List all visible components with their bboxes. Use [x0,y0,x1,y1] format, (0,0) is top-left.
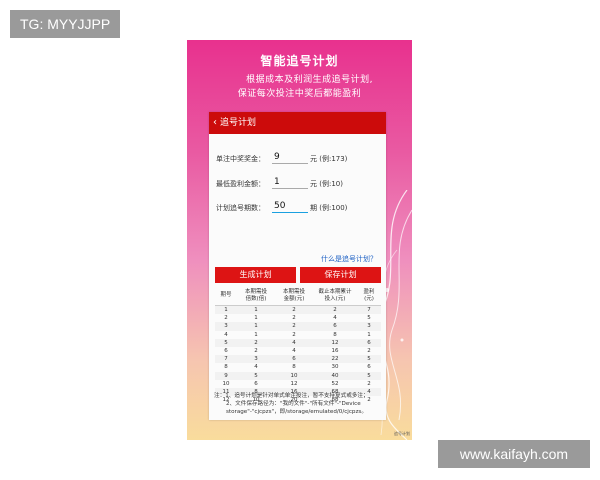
banner-line-2: 保证每次投注中奖后都能盈利 [237,89,362,99]
table-row: 2 1 2 4 5 [215,314,381,322]
table-cell: 5 [357,355,381,364]
table-cell: 1 [215,305,237,315]
plan-card: ‹ 追号计划 单注中奖奖金： 元 (例:173) 最低盈利金额： 元 (例:10… [209,112,386,420]
table-cell: 2 [313,305,357,315]
table-cell: 4 [254,364,258,371]
table-cell: 3 [215,322,237,331]
app-screen: 智能追号计划 根据成本及利润生成追号计划, 保证每次投注中奖后都能盈利 ‹ 追号… [187,40,412,440]
notes: 注：1、追号计划是针对单式单注投注，暂不支持复式或多注； 2、文件保存路径为："… [214,392,384,416]
table-cell: 2 [275,322,313,331]
table-cell: 40 [313,371,357,380]
table-cell: 1 [254,315,258,322]
table-cell: 3 [357,322,381,331]
table-cell: 30 [331,364,339,371]
col-header-cumulative: 截止本期累计 投入(元) [313,286,357,306]
prize-input[interactable] [272,150,308,164]
table-cell: 22 [313,355,357,364]
corner-label: 追号计划 [394,431,410,436]
table-cell: 8 [333,331,337,338]
plan-table: 期号 本期需投 倍数(倍) 本期需投 金额(元) 截止本期累计 投入(元) 盈利 (元)… [215,286,381,404]
table-cell: 6 [367,364,371,371]
periods-unit: 期 (例:100) [310,204,348,212]
table-cell: 4 [275,338,313,347]
table-row: 8 4 8 30 6 [215,363,381,371]
periods-input[interactable] [272,199,308,213]
table-cell: 10 [222,380,230,387]
col-header-multiple: 本期需投 倍数(倍) [237,286,275,306]
table-cell: 12 [313,338,357,347]
table-cell: 1 [237,322,275,331]
table-cell: 6 [357,338,381,347]
table-cell: 4 [224,331,228,338]
col-header-amount: 本期需投 金额(元) [275,286,313,306]
note-line-2: 2、文件保存路径为："我的文件"-"所有文件"-"Device storage"… [226,401,367,415]
table-cell: 6 [224,348,228,355]
back-icon[interactable]: ‹ [213,112,217,134]
table-row: 31263 [215,322,381,331]
table-row: 10 6 12 52 2 [215,380,381,388]
table-cell: 12 [290,380,298,387]
table-cell: 6 [313,322,357,331]
banner-line-1: 根据成本及利润生成追号计划, [246,75,373,85]
table-cell: 5 [237,371,275,380]
table-cell: 2 [275,305,313,315]
generate-plan-button[interactable]: 生成计划 [215,267,296,283]
min-profit-label: 最低盈利金额： [216,180,265,188]
table-row: 4 1 2 8 1 [215,331,381,339]
table-cell: 2 [254,348,258,355]
table-row: 6 2 4 16 2 [215,347,381,355]
table-cell: 10 [275,371,313,380]
table-cell: 2 [237,338,275,347]
prize-unit: 元 (例:173) [310,155,348,163]
table-cell: 8 [292,364,296,371]
title-bar: ‹ 追号计划 [209,112,386,134]
table-cell: 5 [357,371,381,380]
col-header-profit: 盈利 (元) [357,286,381,306]
note-line-1: 注：1、追号计划是针对单式单注投注，暂不支持复式或多注； [214,393,369,399]
table-cell: 3 [237,355,275,364]
min-profit-unit: 元 (例:10) [310,180,343,188]
table-cell: 5 [215,338,237,347]
watermark-top-left: TG: MYYJJPP [10,10,121,38]
table-row: 7 3 6 22 5 [215,355,381,364]
periods-label: 计划追号期数： [216,204,265,212]
table-cell: 4 [292,348,296,355]
promo-banner: 智能追号计划 根据成本及利润生成追号计划, 保证每次投注中奖后都能盈利 [187,40,412,110]
table-cell: 1 [237,305,275,315]
table-cell: 5 [367,315,371,322]
table-cell: 6 [254,380,258,387]
table-cell: 16 [331,348,339,355]
table-cell: 7 [215,355,237,364]
table-cell: 8 [224,364,228,371]
help-link[interactable]: 什么是追号计划？ [321,254,377,264]
table-header-row: 期号 本期需投 倍数(倍) 本期需投 金额(元) 截止本期累计 投入(元) 盈利 (元) [215,286,381,306]
table-cell: 2 [367,348,371,355]
table-cell: 6 [275,355,313,364]
table-cell: 1 [254,331,258,338]
min-profit-input[interactable] [272,175,308,189]
table-cell: 2 [292,315,296,322]
save-plan-button[interactable]: 保存计划 [300,267,381,283]
table-cell: 9 [215,371,237,380]
table-cell: 4 [333,315,337,322]
table-row: 5 2 4 12 6 [215,338,381,347]
table-cell: 2 [367,380,371,387]
screen-title: 追号计划 [220,118,257,128]
table-cell: 2 [292,331,296,338]
table-cell: 52 [331,380,339,387]
banner-title: 智能追号计划 [260,54,339,68]
prize-label: 单注中奖奖金： [216,155,265,163]
table-cell: 2 [224,315,228,322]
table-cell: 1 [367,331,371,338]
watermark-bottom-right: www.kaifayh.com [438,440,590,468]
table-cell: 7 [357,305,381,315]
table-row: 11227 [215,305,381,315]
col-header-period: 期号 [215,286,237,306]
table-row: 9 5 10 40 5 [215,371,381,380]
